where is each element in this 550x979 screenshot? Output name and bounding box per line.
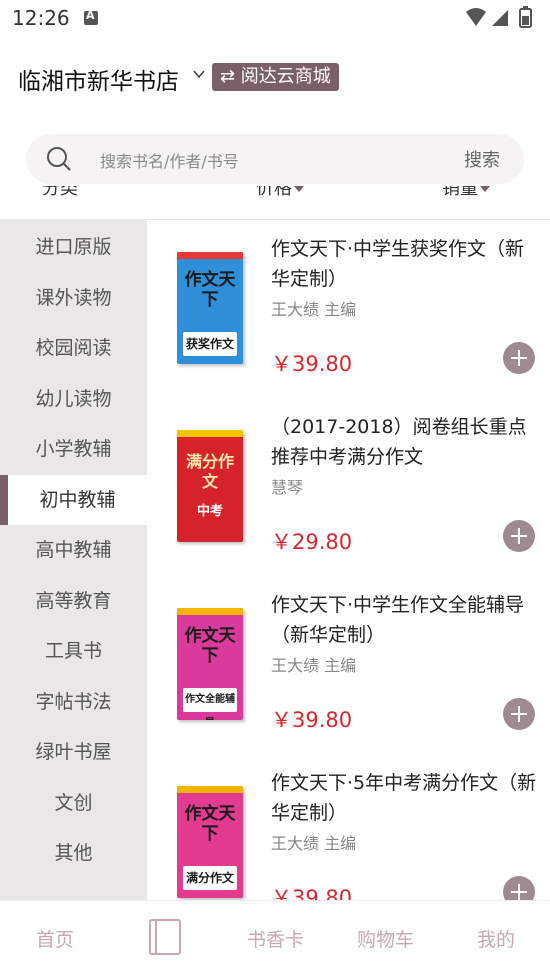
search-bar[interactable]: 搜索书名/作者/书号 搜索 — [26, 134, 524, 184]
chevron-down-icon[interactable] — [192, 66, 206, 85]
book-icon[interactable] — [148, 917, 182, 961]
category-item[interactable]: 幼儿读物 — [0, 374, 147, 424]
category-item[interactable]: 其他 — [0, 828, 147, 878]
add-to-cart-button[interactable] — [503, 698, 535, 730]
sort-bar: 分类 价格 销量 — [0, 186, 550, 220]
nav-bookcard[interactable]: 书香卡 — [247, 925, 304, 952]
cover-title: 作文天下 — [184, 626, 236, 666]
category-sidebar: 进口原版 课外读物 校园阅读 幼儿读物 小学教辅 初中教辅 高中教辅 高等教育 … — [0, 220, 147, 900]
category-item[interactable]: 工具书 — [0, 626, 147, 676]
status-icons — [464, 6, 540, 34]
cover-subtitle: 作文全能辅导 — [183, 688, 237, 720]
cover-title: 作文天下 — [184, 270, 236, 310]
category-item[interactable]: 文创 — [0, 778, 147, 828]
sort-arrow-icon — [294, 186, 304, 192]
category-item[interactable]: 高等教育 — [0, 576, 147, 626]
category-item[interactable]: 绿叶书屋 — [0, 727, 147, 777]
cover-subtitle: 中考 — [196, 504, 223, 519]
notification-icon — [84, 9, 98, 25]
cover-stripe — [177, 252, 243, 259]
cover-title: 满分作文 — [185, 452, 234, 491]
cover-stripe — [177, 430, 243, 437]
search-icon — [46, 146, 72, 176]
product-title[interactable]: （2017-2018）阅卷组长重点推荐中考满分作文 — [271, 412, 541, 472]
category-item-active[interactable]: 初中教辅 — [0, 475, 147, 525]
book-cover: 满分作文 中考 — [177, 430, 243, 542]
bottom-nav: 首页 书香卡 购物车 我的 — [0, 900, 550, 979]
product-author: 王大绩 主编 — [271, 300, 357, 319]
product-item[interactable]: 满分作文 中考 （2017-2018）阅卷组长重点推荐中考满分作文 慧琴 ￥29… — [147, 398, 550, 568]
switch-mall-button[interactable]: ⇄ 阅达云商城 — [212, 63, 339, 91]
cover-stripe — [177, 786, 243, 793]
status-bar: 12:26 — [0, 0, 550, 38]
product-item[interactable]: 作文天下 作文全能辅导 作文天下·中学生作文全能辅导（新华定制） 王大绩 主编 … — [147, 576, 550, 746]
category-item[interactable]: 校园阅读 — [0, 323, 147, 373]
sort-sales-label: 销量 — [442, 186, 478, 199]
search-input[interactable]: 搜索书名/作者/书号 — [100, 148, 239, 172]
nav-cart[interactable]: 购物车 — [357, 925, 414, 952]
add-to-cart-button[interactable] — [503, 520, 535, 552]
category-item[interactable]: 小学教辅 — [0, 424, 147, 474]
book-cover: 作文天下 满分作文 — [177, 786, 243, 898]
product-price: ￥29.80 — [271, 530, 353, 554]
store-name-selector[interactable]: 临湘市新华书店 — [18, 62, 179, 96]
product-item[interactable]: 作文天下 满分作文 作文天下·5年中考满分作文（新华定制） 王大绩 主编 ￥39… — [147, 754, 550, 900]
sort-price[interactable]: 价格 — [256, 186, 304, 200]
add-to-cart-button[interactable] — [503, 876, 535, 900]
category-item[interactable]: 高中教辅 — [0, 525, 147, 575]
sort-price-label: 价格 — [256, 186, 292, 199]
cover-stripe — [177, 608, 243, 615]
category-item[interactable]: 课外读物 — [0, 273, 147, 323]
product-price: ￥39.80 — [271, 708, 353, 732]
product-list: 作文天下 获奖作文 作文天下·中学生获奖作文（新华定制） 王大绩 主编 ￥39.… — [147, 220, 550, 900]
book-cover: 作文天下 作文全能辅导 — [177, 608, 243, 720]
product-title[interactable]: 作文天下·中学生作文全能辅导（新华定制） — [271, 590, 541, 650]
status-time: 12:26 — [12, 6, 70, 30]
product-author: 慧琴 — [271, 478, 304, 497]
sort-category[interactable]: 分类 — [42, 186, 78, 200]
product-author: 王大绩 主编 — [271, 834, 357, 853]
category-item-label: 初中教辅 — [39, 489, 116, 511]
category-item[interactable]: 进口原版 — [0, 222, 147, 272]
product-price: ￥39.80 — [271, 886, 353, 900]
nav-profile[interactable]: 我的 — [477, 925, 515, 952]
product-author: 王大绩 主编 — [271, 656, 357, 675]
product-item[interactable]: 作文天下 获奖作文 作文天下·中学生获奖作文（新华定制） 王大绩 主编 ￥39.… — [147, 220, 550, 390]
book-cover: 作文天下 获奖作文 — [177, 252, 243, 364]
cover-subtitle: 满分作文 — [183, 866, 237, 890]
header: 临湘市新华书店 ⇄ 阅达云商城 — [0, 56, 550, 100]
cover-title: 作文天下 — [184, 804, 236, 844]
product-title[interactable]: 作文天下·中学生获奖作文（新华定制） — [271, 234, 541, 294]
wifi-signal-battery-icon — [466, 6, 532, 28]
nav-home[interactable]: 首页 — [36, 925, 74, 952]
product-price: ￥39.80 — [271, 352, 353, 376]
sort-arrow-icon — [480, 186, 490, 192]
sort-sales[interactable]: 销量 — [442, 186, 490, 200]
cover-subtitle: 获奖作文 — [183, 332, 237, 356]
add-to-cart-button[interactable] — [503, 342, 535, 374]
search-button[interactable]: 搜索 — [464, 146, 500, 172]
sort-category-label: 分类 — [42, 186, 78, 199]
active-indicator — [0, 475, 8, 525]
category-item[interactable]: 字帖书法 — [0, 677, 147, 727]
product-title[interactable]: 作文天下·5年中考满分作文（新华定制） — [271, 768, 541, 828]
